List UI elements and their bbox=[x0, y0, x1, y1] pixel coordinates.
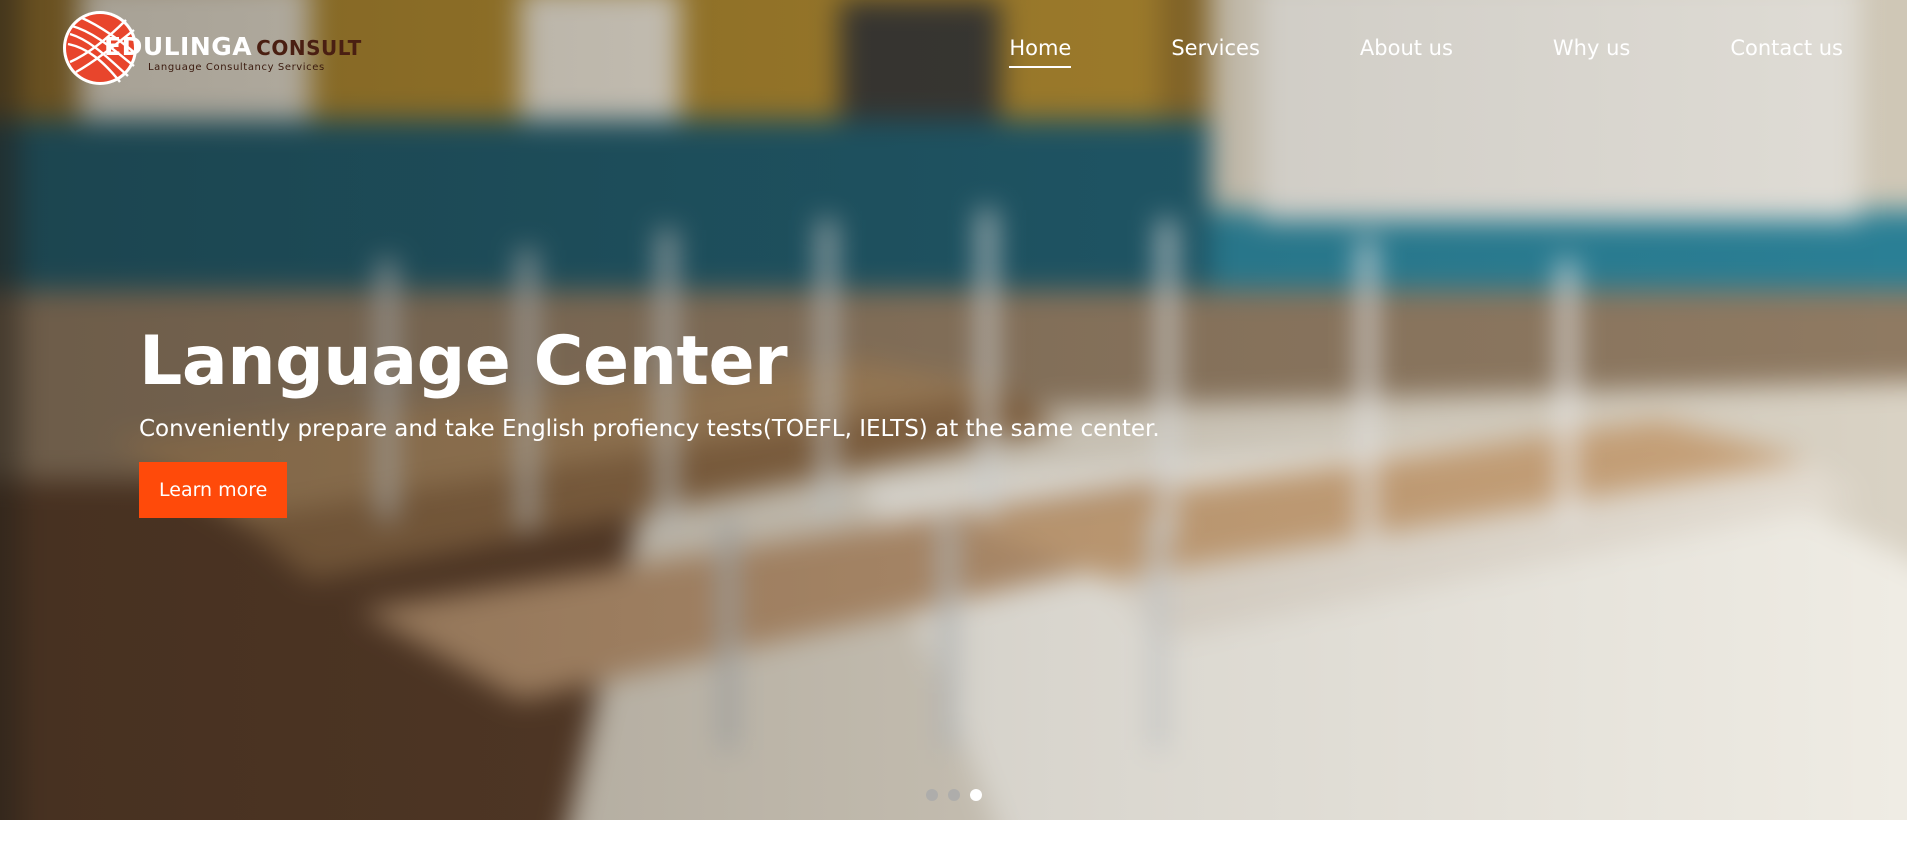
slide-dot-2[interactable] bbox=[948, 789, 960, 801]
nav-item-contact-us[interactable]: Contact us bbox=[1730, 36, 1843, 68]
brand-name: EDULINGA CONSULT bbox=[104, 32, 362, 61]
nav-item-home[interactable]: Home bbox=[1009, 36, 1072, 68]
hero-content: Language Center Conveniently prepare and… bbox=[139, 322, 1339, 518]
nav-item-why-us[interactable]: Why us bbox=[1553, 36, 1630, 68]
site-logo[interactable]: EDULINGA CONSULT Language Consultancy Ser… bbox=[62, 10, 361, 86]
hero-subtitle: Conveniently prepare and take English pr… bbox=[139, 416, 1160, 442]
brand-name-secondary: CONSULT bbox=[256, 36, 362, 60]
slider-pagination bbox=[926, 789, 982, 801]
hero-title: Language Center bbox=[139, 322, 788, 401]
learn-more-button[interactable]: Learn more bbox=[139, 462, 288, 518]
brand-name-main: EDULINGA bbox=[104, 32, 253, 61]
brand-tagline: Language Consultancy Services bbox=[148, 62, 325, 73]
slide-dot-3[interactable] bbox=[970, 789, 982, 801]
nav-item-services[interactable]: Services bbox=[1171, 36, 1260, 68]
nav-item-about-us[interactable]: About us bbox=[1360, 36, 1453, 68]
slide-dot-1[interactable] bbox=[926, 789, 938, 801]
site-header: EDULINGA CONSULT Language Consultancy Ser… bbox=[0, 0, 1907, 100]
main-nav: Home Services About us Why us Contact us bbox=[909, 36, 1843, 68]
hero-banner: EDULINGA CONSULT Language Consultancy Ser… bbox=[0, 0, 1907, 820]
